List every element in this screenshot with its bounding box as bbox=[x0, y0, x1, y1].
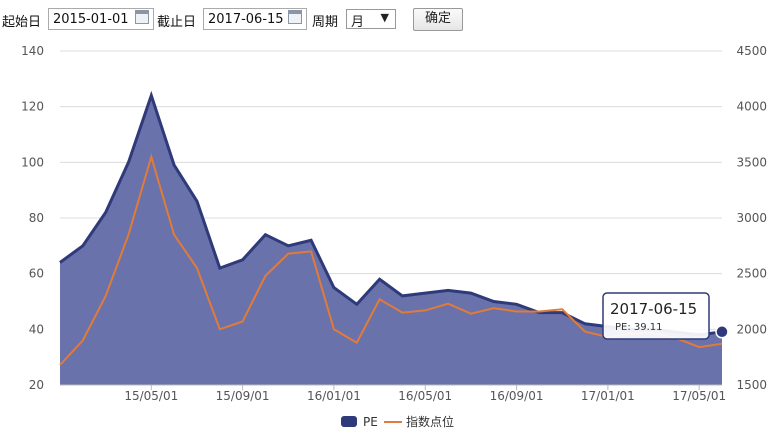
x-axis-tick-label: 17/05/01 bbox=[672, 389, 726, 403]
start-date-label: 起始日 bbox=[2, 15, 42, 30]
left-axis-tick-label: 140 bbox=[21, 44, 44, 58]
x-axis-tick-label: 16/01/01 bbox=[307, 389, 361, 403]
legend-label-index: 指数点位 bbox=[406, 414, 454, 429]
left-axis-tick-label: 100 bbox=[21, 155, 44, 169]
right-axis-tick-label: 2500 bbox=[736, 267, 767, 281]
calendar-icon[interactable] bbox=[288, 10, 302, 24]
left-axis-tick-label: 60 bbox=[29, 267, 44, 281]
right-axis-tick-label: 3500 bbox=[736, 155, 767, 169]
tooltip: 2017-06-15 PE: 39.11 bbox=[602, 292, 729, 340]
dropdown-arrow-icon: ▼ bbox=[380, 11, 389, 24]
x-axis-tick-label: 15/09/01 bbox=[216, 389, 270, 403]
tooltip-date: 2017-06-15 bbox=[610, 300, 697, 318]
calendar-icon[interactable] bbox=[135, 10, 149, 24]
x-axis-tick-label: 15/05/01 bbox=[124, 389, 178, 403]
legend-label-pe: PE bbox=[363, 415, 378, 429]
x-axis-tick-label: 16/05/01 bbox=[398, 389, 452, 403]
right-axis-tick-label: 4500 bbox=[736, 44, 767, 58]
period-label: 周期 bbox=[312, 15, 339, 30]
right-axis-tick-label: 4000 bbox=[736, 100, 767, 114]
x-axis-tick-label: 17/01/01 bbox=[581, 389, 635, 403]
tooltip-value: PE: 39.11 bbox=[615, 322, 663, 333]
right-axis-tick-label: 3000 bbox=[736, 211, 767, 225]
right-axis-tick-label: 2000 bbox=[736, 322, 767, 336]
legend-swatch-pe bbox=[341, 416, 357, 427]
left-axis-tick-label: 80 bbox=[29, 211, 44, 225]
toolbar: 起始日 截止日 周期 月 ▼ 确定 bbox=[0, 0, 773, 36]
confirm-button[interactable]: 确定 bbox=[413, 8, 463, 31]
pe-index-chart: 20 40 60 80 100 120 140 1500 2000 2500 3000 3500 400… bbox=[21, 44, 767, 429]
right-axis-tick-label: 1500 bbox=[736, 378, 767, 392]
pe-area bbox=[60, 95, 722, 385]
period-select-value: 月 bbox=[351, 15, 365, 30]
left-axis-tick-label: 20 bbox=[29, 378, 44, 392]
left-axis-tick-label: 40 bbox=[29, 322, 44, 336]
highlight-point bbox=[715, 325, 729, 339]
pe-area-layer bbox=[59, 90, 723, 385]
left-axis-tick-label: 120 bbox=[21, 100, 44, 114]
period-select[interactable]: 月 ▼ bbox=[346, 9, 396, 30]
legend: PE 指数点位 bbox=[341, 414, 454, 429]
x-axis-tick-label: 16/09/01 bbox=[490, 389, 544, 403]
end-date-label: 截止日 bbox=[157, 15, 197, 30]
